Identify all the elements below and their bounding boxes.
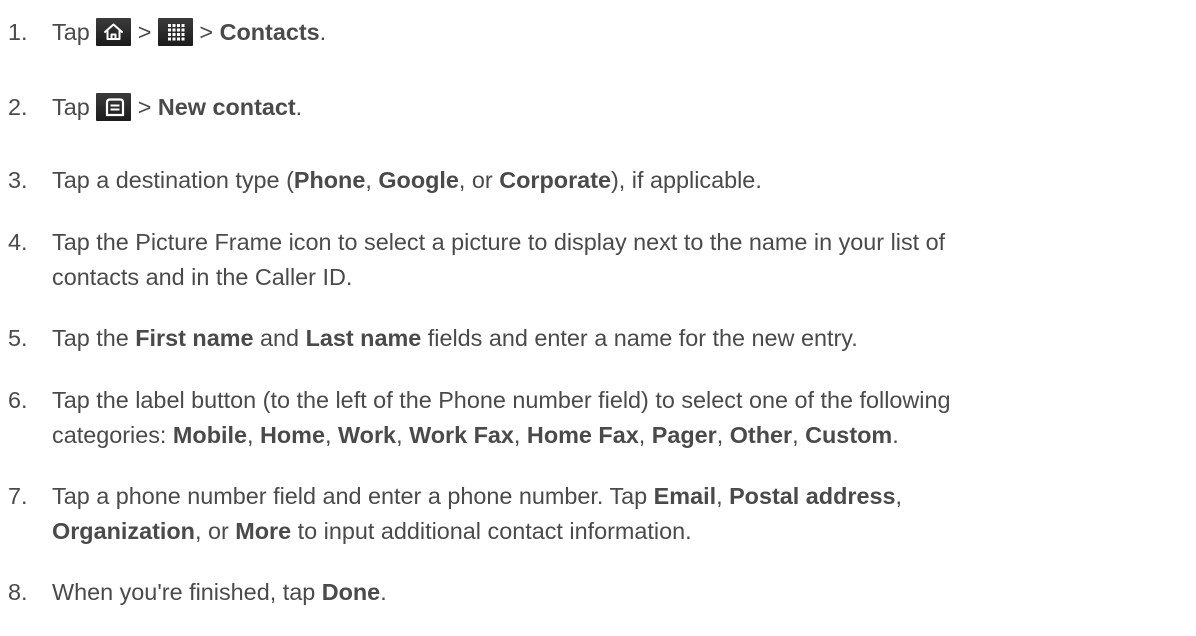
step-text: Tap a phone number field and enter a pho… (52, 483, 902, 544)
step-text: Tap the First name and Last name fields … (52, 325, 858, 351)
apps-grid-icon (157, 18, 193, 46)
step-number: 2. (8, 94, 28, 120)
step-text: Tap > > Contacts. (52, 18, 327, 46)
step-number: 8. (8, 579, 28, 605)
step-number: 4. (8, 229, 28, 255)
step-text: Tap the Picture Frame icon to select a p… (52, 229, 946, 290)
menu-icon (96, 93, 132, 121)
step-number: 6. (8, 387, 28, 413)
step-number: 5. (8, 325, 28, 351)
step-number: 3. (8, 167, 28, 193)
home-icon (96, 18, 132, 46)
step-number: 1. (8, 19, 28, 45)
step-text: Tap > New contact. (52, 93, 303, 121)
step-text: When you're finished, tap Done. (52, 579, 387, 605)
step-text: Tap a destination type (Phone, Google, o… (52, 167, 762, 193)
step-number: 7. (8, 483, 28, 509)
step-text: Tap the label button (to the left of the… (52, 387, 951, 448)
